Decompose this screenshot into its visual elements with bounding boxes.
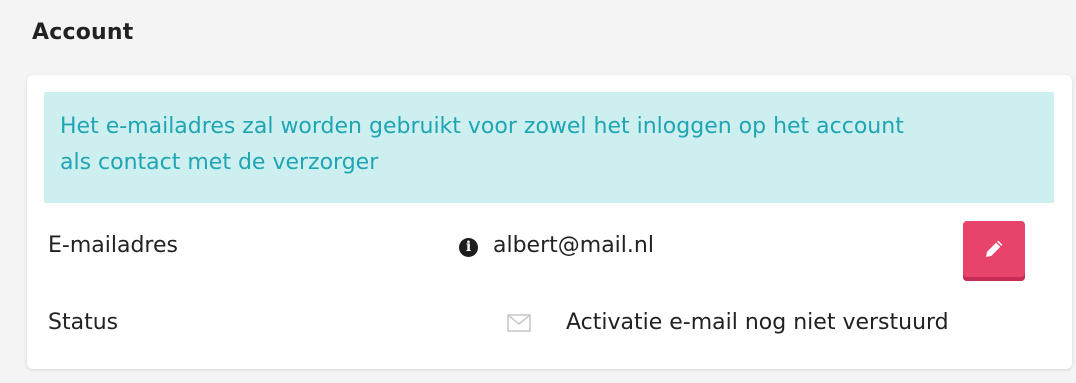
- status-value: Activatie e-mail nog niet verstuurd: [566, 310, 949, 335]
- envelope-icon: [507, 314, 531, 332]
- status-label: Status: [48, 310, 119, 335]
- alert-line-2: als contact met de verzorger: [60, 150, 379, 175]
- pencil-icon: [986, 240, 1003, 257]
- section-title: Account: [32, 20, 134, 45]
- email-value: albert@mail.nl: [493, 233, 654, 258]
- account-card: Het e-mailadres zal worden gebruikt voor…: [27, 75, 1072, 369]
- edit-email-button[interactable]: [963, 221, 1025, 281]
- alert-line-1: Het e-mailadres zal worden gebruikt voor…: [60, 114, 904, 139]
- info-circle-icon[interactable]: i: [459, 238, 478, 257]
- email-label: E-mailadres: [48, 233, 178, 258]
- info-alert: Het e-mailadres zal worden gebruikt voor…: [44, 92, 1054, 203]
